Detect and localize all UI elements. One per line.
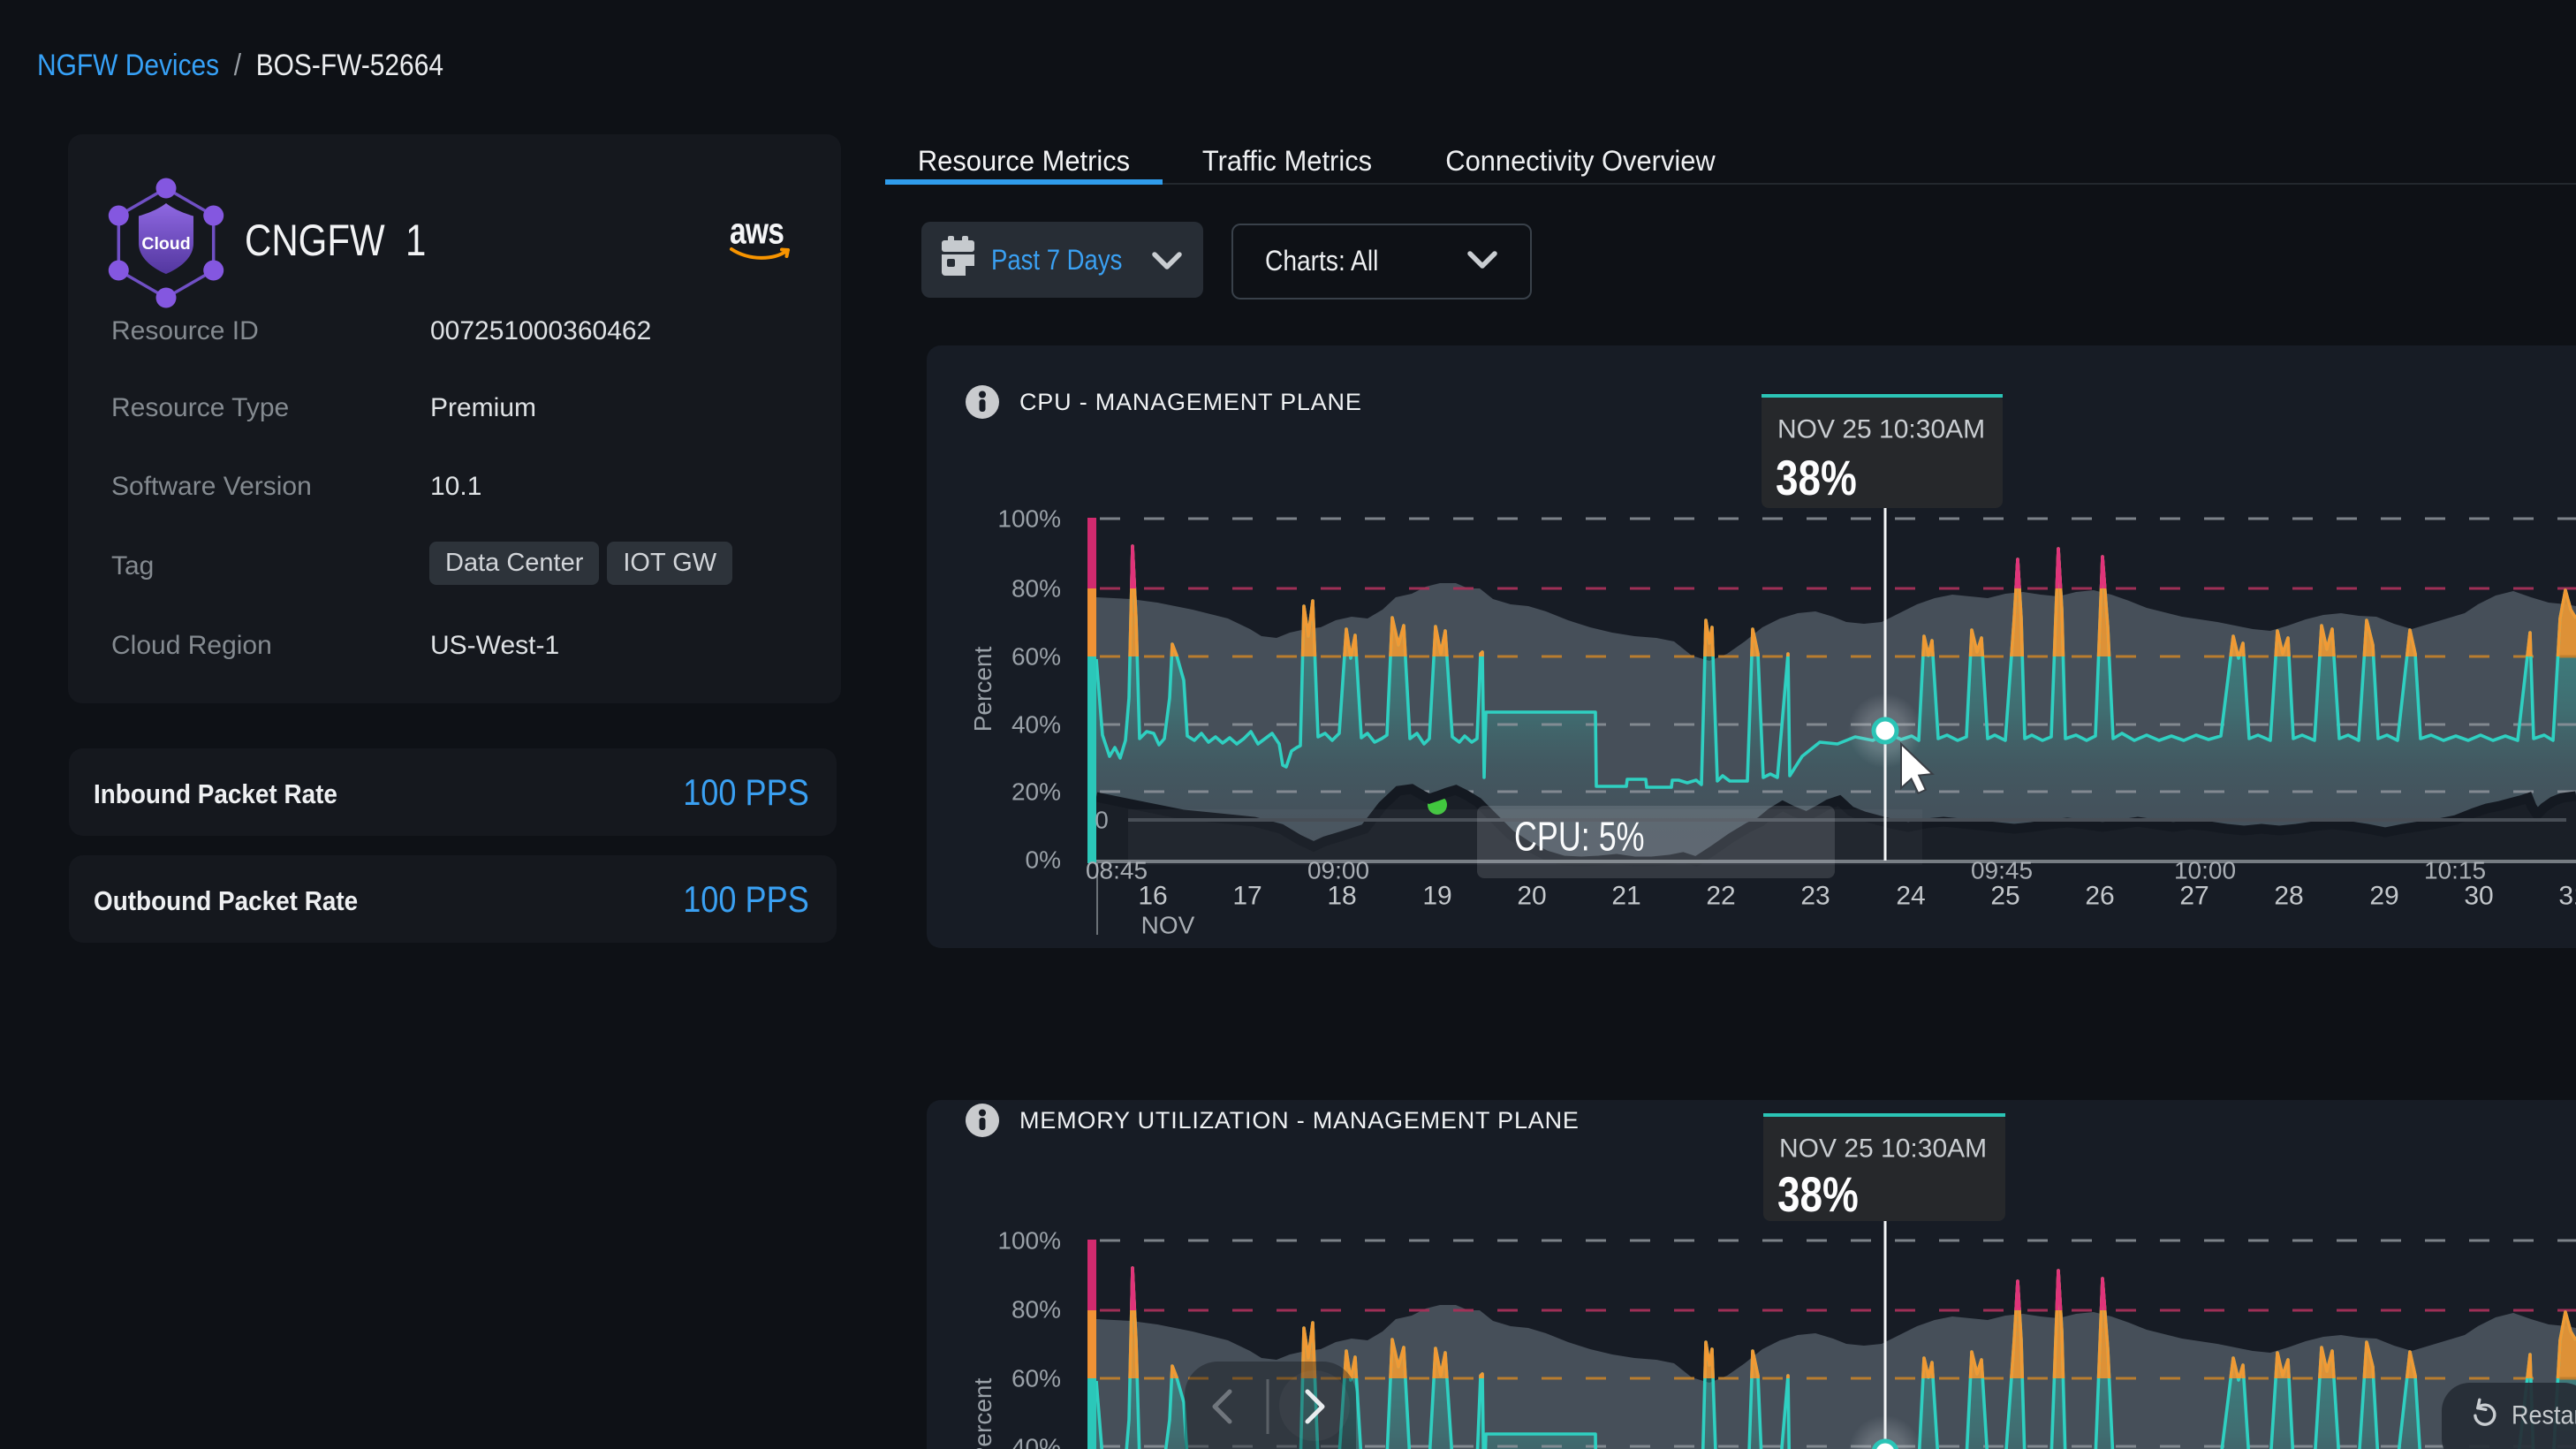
svg-text:28: 28 xyxy=(2274,882,2303,911)
svg-text:MEMORY UTILIZATION - MANAGEMEN: MEMORY UTILIZATION - MANAGEMENT PLANE xyxy=(1019,1107,1580,1134)
svg-text:40%: 40% xyxy=(1011,1434,1061,1449)
svg-text:09:45: 09:45 xyxy=(1971,857,2033,884)
svg-text:23: 23 xyxy=(1800,882,1830,911)
svg-text:31: 31 xyxy=(2558,882,2576,911)
svg-text:NOV: NOV xyxy=(1141,912,1195,939)
svg-text:CPU - MANAGEMENT PLANE: CPU - MANAGEMENT PLANE xyxy=(1019,389,1362,415)
svg-text:20: 20 xyxy=(1517,882,1546,911)
svg-text:27: 27 xyxy=(2179,882,2209,911)
svg-text:25: 25 xyxy=(1990,882,2019,911)
svg-text:22: 22 xyxy=(1706,882,1735,911)
svg-text:16: 16 xyxy=(1138,882,1167,911)
svg-text:NOV 25 10:30AM: NOV 25 10:30AM xyxy=(1779,1134,1987,1164)
svg-text:20%: 20% xyxy=(1011,778,1061,806)
svg-text:Percent: Percent xyxy=(969,647,996,732)
svg-text:08:45: 08:45 xyxy=(1086,857,1148,884)
svg-text:38%: 38% xyxy=(1776,451,1857,505)
svg-text:100%: 100% xyxy=(997,1227,1061,1255)
svg-text:80%: 80% xyxy=(1011,1296,1061,1324)
svg-text:100%: 100% xyxy=(997,505,1061,533)
svg-text:Percent: Percent xyxy=(969,1378,996,1449)
svg-text:40%: 40% xyxy=(1011,711,1061,739)
svg-text:60%: 60% xyxy=(1011,643,1061,671)
svg-text:19: 19 xyxy=(1422,882,1451,911)
svg-text:30: 30 xyxy=(2464,882,2493,911)
svg-text:0%: 0% xyxy=(1026,846,1061,874)
svg-text:21: 21 xyxy=(1611,882,1640,911)
svg-text:10:15: 10:15 xyxy=(2424,857,2486,884)
svg-text:29: 29 xyxy=(2369,882,2398,911)
svg-text:09:00: 09:00 xyxy=(1307,857,1369,884)
svg-text:60%: 60% xyxy=(1011,1365,1061,1392)
svg-text:18: 18 xyxy=(1327,882,1356,911)
svg-text:38%: 38% xyxy=(1777,1167,1859,1222)
svg-text:26: 26 xyxy=(2085,882,2114,911)
svg-text:80%: 80% xyxy=(1011,575,1061,603)
svg-text:NOV 25 10:30AM: NOV 25 10:30AM xyxy=(1777,415,1985,444)
svg-text:0: 0 xyxy=(1095,807,1109,834)
svg-text:17: 17 xyxy=(1232,882,1261,911)
svg-text:24: 24 xyxy=(1896,882,1925,911)
svg-text:CPU: 5%: CPU: 5% xyxy=(1514,814,1645,859)
svg-text:Restart: Restart xyxy=(2512,1400,2576,1430)
svg-text:10:00: 10:00 xyxy=(2174,857,2236,884)
